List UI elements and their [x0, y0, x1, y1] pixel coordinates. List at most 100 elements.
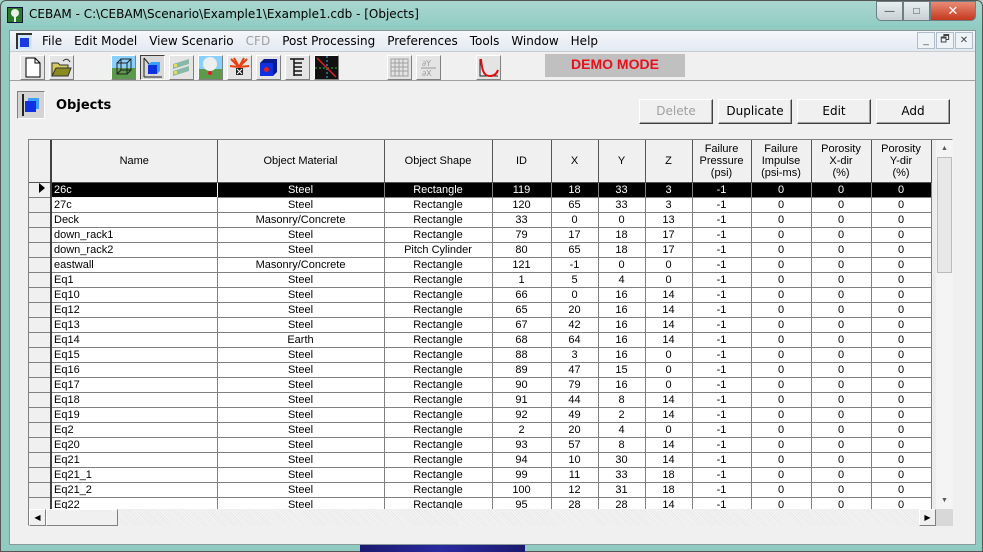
- cell-failure-pressure-psi[interactable]: -1: [692, 392, 752, 408]
- cell-porosity-x-dir[interactable]: 0: [811, 482, 872, 498]
- title-bar[interactable]: CEBAM - C:\CEBAM\Scenario\Example1\Examp…: [1, 1, 982, 29]
- cell-id[interactable]: 79: [492, 227, 552, 243]
- column-header[interactable]: Name: [51, 140, 218, 183]
- vertical-scroll-thumb[interactable]: [937, 157, 952, 273]
- cell-x[interactable]: 65: [551, 242, 599, 258]
- menu-tools[interactable]: Tools: [464, 31, 506, 52]
- cell-object-material[interactable]: Steel: [217, 317, 385, 333]
- cell-object-material[interactable]: Steel: [217, 347, 385, 363]
- cell-object-material[interactable]: Steel: [217, 242, 385, 258]
- cell-x[interactable]: 0: [551, 212, 599, 228]
- cell-porosity-y-dir[interactable]: 0: [871, 287, 932, 303]
- cell-name[interactable]: 26c: [50, 181, 218, 198]
- cell-z[interactable]: 14: [645, 407, 693, 423]
- cell-y[interactable]: 16: [598, 287, 646, 303]
- cell-porosity-y-dir[interactable]: 0: [871, 437, 932, 453]
- cell-failure-pressure-psi[interactable]: -1: [692, 197, 752, 213]
- cell-name[interactable]: down_rack1: [51, 227, 218, 243]
- cell-failure-impulse-psi-ms[interactable]: 0: [751, 407, 812, 423]
- cell-porosity-y-dir[interactable]: 0: [871, 347, 932, 363]
- minimize-button[interactable]: —: [876, 1, 903, 21]
- cell-z[interactable]: 14: [645, 497, 693, 509]
- cell-object-shape[interactable]: Rectangle: [384, 362, 493, 378]
- cell-object-material[interactable]: Steel: [217, 482, 385, 498]
- menu-window[interactable]: Window: [505, 31, 564, 52]
- cell-object-shape[interactable]: Rectangle: [384, 482, 493, 498]
- cell-failure-pressure-psi[interactable]: -1: [692, 212, 752, 228]
- cell-object-shape[interactable]: Rectangle: [384, 437, 493, 453]
- cell-porosity-y-dir[interactable]: 0: [871, 467, 932, 483]
- cell-failure-impulse-psi-ms[interactable]: 0: [751, 197, 812, 213]
- cell-y[interactable]: 0: [598, 212, 646, 228]
- scroll-left-button[interactable]: ◀: [29, 509, 46, 526]
- table-row[interactable]: Eq21_2 Steel Rectangle 100 12 31 18 -1 0 0 0: [29, 482, 932, 498]
- cell-failure-pressure-psi[interactable]: -1: [692, 287, 752, 303]
- cell-z[interactable]: 14: [645, 437, 693, 453]
- cell-x[interactable]: 65: [551, 197, 599, 213]
- column-header[interactable]: Object Material: [217, 140, 385, 183]
- column-header[interactable]: Z: [645, 140, 693, 183]
- mdi-minimize-button[interactable]: _: [917, 32, 935, 49]
- cell-x[interactable]: 10: [551, 452, 599, 468]
- objects-button[interactable]: [140, 55, 165, 80]
- cell-id[interactable]: 95: [492, 497, 552, 509]
- cell-porosity-x-dir[interactable]: 0: [811, 182, 872, 198]
- cell-failure-pressure-psi[interactable]: -1: [692, 407, 752, 423]
- cell-failure-impulse-psi-ms[interactable]: 0: [751, 257, 812, 273]
- table-row[interactable]: Eq2 Steel Rectangle 2 20 4 0 -1 0 0 0: [29, 422, 932, 438]
- cell-z[interactable]: 3: [645, 182, 693, 198]
- cell-object-material[interactable]: Steel: [217, 437, 385, 453]
- cell-z[interactable]: 3: [645, 197, 693, 213]
- table-row[interactable]: Eq12 Steel Rectangle 65 20 16 14 -1 0 0 0: [29, 302, 932, 318]
- cell-id[interactable]: 91: [492, 392, 552, 408]
- cell-name[interactable]: Eq19: [51, 407, 218, 423]
- row-selector[interactable]: [29, 272, 52, 288]
- cell-y[interactable]: 33: [598, 182, 646, 198]
- cell-z[interactable]: 14: [645, 302, 693, 318]
- cell-x[interactable]: 47: [551, 362, 599, 378]
- cell-failure-pressure-psi[interactable]: -1: [692, 302, 752, 318]
- open-folder-button[interactable]: [49, 55, 74, 80]
- cell-x[interactable]: 44: [551, 392, 599, 408]
- add-button[interactable]: Add: [876, 99, 950, 124]
- cell-failure-pressure-psi[interactable]: -1: [692, 437, 752, 453]
- cell-porosity-y-dir[interactable]: 0: [871, 272, 932, 288]
- cell-object-shape[interactable]: Rectangle: [384, 227, 493, 243]
- cell-porosity-y-dir[interactable]: 0: [871, 242, 932, 258]
- crosshair-plot-button[interactable]: [314, 55, 339, 80]
- cell-name[interactable]: Eq16: [51, 362, 218, 378]
- cell-name[interactable]: Eq15: [51, 347, 218, 363]
- cell-failure-impulse-psi-ms[interactable]: 0: [751, 302, 812, 318]
- table-row[interactable]: Eq14 Earth Rectangle 68 64 16 14 -1 0 0 0: [29, 332, 932, 348]
- cell-object-material[interactable]: Steel: [217, 422, 385, 438]
- menu-file[interactable]: File: [36, 31, 68, 52]
- cell-object-material[interactable]: Masonry/Concrete: [217, 257, 385, 273]
- column-header[interactable]: Failure Impulse (psi-ms): [751, 140, 812, 183]
- cell-z[interactable]: 14: [645, 392, 693, 408]
- cell-y[interactable]: 18: [598, 242, 646, 258]
- cell-name[interactable]: Deck: [51, 212, 218, 228]
- cell-porosity-x-dir[interactable]: 0: [811, 272, 872, 288]
- cell-failure-impulse-psi-ms[interactable]: 0: [751, 467, 812, 483]
- cell-failure-impulse-psi-ms[interactable]: 0: [751, 452, 812, 468]
- menu-edit-model[interactable]: Edit Model: [68, 31, 143, 52]
- fire-burst-button[interactable]: [227, 55, 252, 80]
- cell-x[interactable]: 17: [551, 227, 599, 243]
- cell-id[interactable]: 68: [492, 332, 552, 348]
- mdi-restore-button[interactable]: 🗗: [936, 32, 954, 49]
- cell-z[interactable]: 0: [645, 377, 693, 393]
- cell-porosity-y-dir[interactable]: 0: [871, 182, 932, 198]
- wireframe-view-button[interactable]: [111, 55, 136, 80]
- cell-object-shape[interactable]: Rectangle: [384, 347, 493, 363]
- cell-object-shape[interactable]: Rectangle: [384, 302, 493, 318]
- cell-z[interactable]: 14: [645, 287, 693, 303]
- cell-name[interactable]: Eq10: [51, 287, 218, 303]
- cell-name[interactable]: Eq21_1: [51, 467, 218, 483]
- cell-porosity-x-dir[interactable]: 0: [811, 392, 872, 408]
- decay-curve-button[interactable]: [476, 55, 501, 80]
- table-row[interactable]: down_rack2 Steel Pitch Cylinder 80 65 18 17 -1 0…: [29, 242, 932, 258]
- cell-x[interactable]: 57: [551, 437, 599, 453]
- cell-porosity-y-dir[interactable]: 0: [871, 227, 932, 243]
- menu-view-scenario[interactable]: View Scenario: [143, 31, 239, 52]
- cell-x[interactable]: -1: [551, 257, 599, 273]
